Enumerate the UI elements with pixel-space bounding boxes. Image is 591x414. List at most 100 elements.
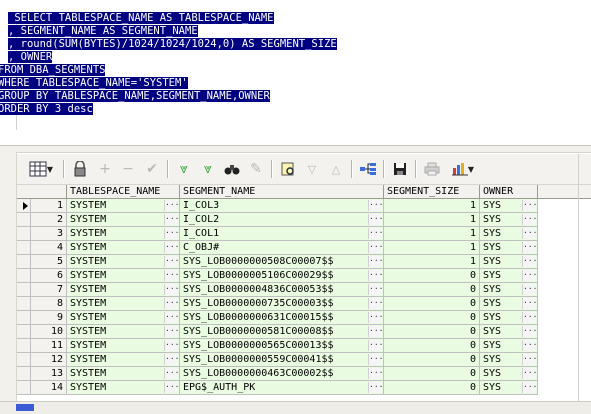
cell-owner[interactable]: SYS ··· [480, 297, 538, 311]
ellipsis-button[interactable]: ··· [522, 214, 537, 225]
cell-segment-name[interactable]: SYS_LOB0000000631C00015$$ ··· [180, 311, 384, 325]
ellipsis-button[interactable]: ··· [164, 312, 179, 323]
row-indicator[interactable] [17, 381, 31, 395]
cell-segment-name[interactable]: C_OBJ# ··· [180, 241, 384, 255]
ellipsis-button[interactable]: ··· [164, 242, 179, 253]
ellipsis-button[interactable]: ··· [522, 340, 537, 351]
results-grid[interactable]: TABLESPACE_NAME SEGMENT_NAME SEGMENT_SIZ… [17, 185, 591, 401]
table-row[interactable]: 7 SYSTEM ··· SYS_LOB0000004836C00053$$ ··· 0 S… [17, 283, 591, 297]
table-row[interactable]: 8 SYSTEM ··· SYS_LOB0000000735C00003$$ ··· 0 S… [17, 297, 591, 311]
filter-down-icon[interactable]: ▽ [301, 158, 323, 180]
column-header-owner[interactable]: OWNER [480, 185, 538, 199]
cell-segment-name[interactable]: I_COL3 ··· [180, 199, 384, 213]
ellipsis-button[interactable]: ··· [522, 242, 537, 253]
lock-icon[interactable] [69, 158, 91, 180]
cell-tablespace[interactable]: SYSTEM ··· [67, 213, 180, 227]
ellipsis-button[interactable]: ··· [368, 228, 383, 239]
ellipsis-button[interactable]: ··· [522, 284, 537, 295]
table-row[interactable]: 4 SYSTEM ··· C_OBJ# ··· 1 SYS ··· [17, 241, 591, 255]
cell-tablespace[interactable]: SYSTEM ··· [67, 199, 180, 213]
cell-segment-size[interactable]: 0 [384, 367, 480, 381]
ellipsis-button[interactable]: ··· [164, 298, 179, 309]
cell-owner[interactable]: SYS ··· [480, 255, 538, 269]
ellipsis-button[interactable]: ··· [164, 284, 179, 295]
cell-tablespace[interactable]: SYSTEM ··· [67, 269, 180, 283]
column-header-segment-name[interactable]: SEGMENT_NAME [180, 185, 384, 199]
table-row[interactable]: 1 SYSTEM ··· I_COL3 ··· 1 SYS ··· [17, 199, 591, 213]
cell-owner[interactable]: SYS ··· [480, 241, 538, 255]
cell-segment-name[interactable]: SYS_LOB0000005106C00029$$ ··· [180, 269, 384, 283]
cell-segment-name[interactable]: SYS_LOB0000000463C00002$$ ··· [180, 367, 384, 381]
ellipsis-button[interactable]: ··· [164, 228, 179, 239]
ellipsis-button[interactable]: ··· [368, 284, 383, 295]
table-row[interactable]: 3 SYSTEM ··· I_COL1 ··· 1 SYS ··· [17, 227, 591, 241]
cell-tablespace[interactable]: SYSTEM ··· [67, 339, 180, 353]
cell-segment-size[interactable]: 1 [384, 213, 480, 227]
cell-owner[interactable]: SYS ··· [480, 199, 538, 213]
ellipsis-button[interactable]: ··· [164, 200, 179, 211]
cell-segment-name[interactable]: I_COL1 ··· [180, 227, 384, 241]
row-indicator[interactable] [17, 325, 31, 339]
cell-owner[interactable]: SYS ··· [480, 381, 538, 395]
ellipsis-button[interactable]: ··· [522, 326, 537, 337]
cell-segment-name[interactable]: SYS_LOB0000000559C00041$$ ··· [180, 353, 384, 367]
ellipsis-button[interactable]: ··· [368, 298, 383, 309]
ellipsis-button[interactable]: ··· [164, 326, 179, 337]
ellipsis-button[interactable]: ··· [164, 214, 179, 225]
cell-owner[interactable]: SYS ··· [480, 269, 538, 283]
cell-tablespace[interactable]: SYSTEM ··· [67, 297, 180, 311]
cell-segment-size[interactable]: 1 [384, 199, 480, 213]
cell-tablespace[interactable]: SYSTEM ··· [67, 255, 180, 269]
ellipsis-button[interactable]: ··· [368, 340, 383, 351]
cell-segment-size[interactable]: 1 [384, 255, 480, 269]
cell-segment-size[interactable]: 0 [384, 325, 480, 339]
cell-tablespace[interactable]: SYSTEM ··· [67, 283, 180, 297]
cell-owner[interactable]: SYS ··· [480, 325, 538, 339]
cell-segment-name[interactable]: SYS_LOB0000000565C00013$$ ··· [180, 339, 384, 353]
cell-owner[interactable]: SYS ··· [480, 311, 538, 325]
ellipsis-button[interactable]: ··· [368, 270, 383, 281]
row-indicator[interactable] [17, 283, 31, 297]
ellipsis-button[interactable]: ··· [522, 382, 537, 393]
ellipsis-button[interactable]: ··· [164, 256, 179, 267]
cell-tablespace[interactable]: SYSTEM ··· [67, 325, 180, 339]
cell-segment-size[interactable]: 0 [384, 311, 480, 325]
add-record-icon[interactable]: + [94, 158, 116, 180]
fetch-next-icon[interactable]: ⩔ [173, 158, 195, 180]
ellipsis-button[interactable]: ··· [368, 354, 383, 365]
row-indicator[interactable] [17, 241, 31, 255]
ellipsis-button[interactable]: ··· [522, 354, 537, 365]
print-icon[interactable] [421, 158, 443, 180]
cell-owner[interactable]: SYS ··· [480, 367, 538, 381]
cell-segment-name[interactable]: SYS_LOB0000000508C00007$$ ··· [180, 255, 384, 269]
table-row[interactable]: 13 SYSTEM ··· SYS_LOB0000000463C00002$$ ··· 0… [17, 367, 591, 381]
ellipsis-button[interactable]: ··· [522, 312, 537, 323]
fetch-last-icon[interactable]: ⩔ [197, 158, 219, 180]
row-indicator[interactable] [17, 255, 31, 269]
cell-segment-size[interactable]: 0 [384, 353, 480, 367]
ellipsis-button[interactable]: ··· [522, 368, 537, 379]
ellipsis-button[interactable]: ··· [522, 256, 537, 267]
cell-tablespace[interactable]: SYSTEM ··· [67, 311, 180, 325]
row-indicator[interactable] [17, 353, 31, 367]
column-header-tablespace[interactable]: TABLESPACE_NAME [67, 185, 180, 199]
cell-segment-name[interactable]: SYS_LOB0000004836C00053$$ ··· [180, 283, 384, 297]
table-row[interactable]: 9 SYSTEM ··· SYS_LOB0000000631C00015$$ ··· 0 S… [17, 311, 591, 325]
cell-segment-size[interactable]: 0 [384, 269, 480, 283]
grid-layout-icon[interactable]: ▼ [25, 158, 57, 180]
cell-segment-size[interactable]: 1 [384, 241, 480, 255]
row-indicator[interactable] [17, 311, 31, 325]
ellipsis-button[interactable]: ··· [522, 298, 537, 309]
cell-segment-size[interactable]: 1 [384, 227, 480, 241]
ellipsis-button[interactable]: ··· [368, 312, 383, 323]
post-check-icon[interactable]: ✔ [141, 158, 163, 180]
cell-segment-size[interactable]: 0 [384, 381, 480, 395]
table-row[interactable]: 2 SYSTEM ··· I_COL2 ··· 1 SYS ··· [17, 213, 591, 227]
chevron-down-icon[interactable]: ▼ [47, 165, 53, 174]
table-row[interactable]: 6 SYSTEM ··· SYS_LOB0000005106C00029$$ ··· 0 S… [17, 269, 591, 283]
ellipsis-button[interactable]: ··· [164, 368, 179, 379]
ellipsis-button[interactable]: ··· [368, 214, 383, 225]
query-by-example-icon[interactable] [277, 158, 299, 180]
ellipsis-button[interactable]: ··· [522, 228, 537, 239]
column-header-segment-size[interactable]: SEGMENT_SIZE [384, 185, 480, 199]
